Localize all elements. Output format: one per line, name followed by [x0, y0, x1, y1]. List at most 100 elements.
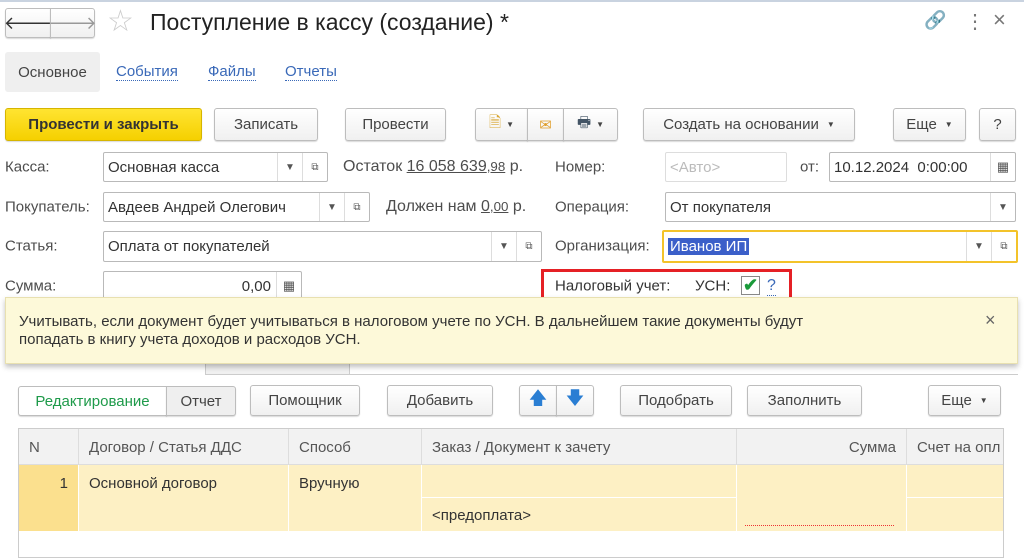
printer-icon: 🖶 [576, 114, 592, 131]
save-button[interactable]: Записать [214, 108, 318, 141]
cell-method: Вручную [289, 465, 422, 531]
arrow-down-icon: 🡇 [565, 387, 585, 408]
report-mode-button[interactable]: Отчет [166, 386, 236, 416]
post-and-close-button[interactable]: Провести и закрыть [5, 108, 202, 141]
balance: Остаток 16 058 639,98 р. [343, 158, 523, 176]
balance-value[interactable]: 16 058 639,98 [407, 158, 506, 175]
column-header-sum[interactable]: Сумма [737, 429, 907, 465]
article-label: Статья: [5, 237, 58, 255]
close-icon[interactable]: × [993, 7, 1006, 33]
favorite-star-icon[interactable]: ☆ [107, 4, 134, 39]
sum-value: 0,00 [241, 277, 271, 295]
kassa-label: Касса: [5, 158, 50, 176]
owes-value[interactable]: 0,00 [481, 198, 508, 215]
create-based-on-button[interactable]: Создать на основании ▼ [643, 108, 855, 141]
assistant-button[interactable]: Помощник [250, 385, 360, 416]
cell-order: <предоплата> [422, 498, 737, 531]
tooltip-close-icon[interactable]: × [985, 310, 996, 331]
tab-events[interactable]: События [116, 63, 178, 81]
chevron-down-icon: ▼ [506, 120, 514, 129]
tab-files[interactable]: Файлы [208, 63, 256, 81]
usn-checkbox[interactable]: ✔ [741, 276, 760, 295]
window-top-border [0, 0, 1024, 2]
help-button[interactable]: ? [979, 108, 1016, 141]
column-header-invoice[interactable]: Счет на опл [907, 429, 1003, 465]
envelope-icon: ✉ [539, 116, 552, 134]
tab-main[interactable]: Основное [5, 52, 100, 92]
table-more-button[interactable]: Еще ▼ [928, 385, 1001, 416]
forward-button[interactable]: 🡒 [48, 8, 97, 38]
usn-help-link[interactable]: ? [767, 277, 776, 296]
required-underline [745, 525, 894, 526]
cell-n: 1 [19, 465, 79, 531]
open-icon[interactable]: ⧉ [344, 193, 369, 221]
date-label: от: [800, 158, 820, 176]
dropdown-icon[interactable]: ▼ [277, 153, 302, 181]
more-button[interactable]: Еще ▼ [893, 108, 966, 141]
tooltip-line: попадать в книгу учета доходов и расходо… [19, 331, 361, 348]
tabs-divider [350, 374, 1018, 375]
structure-button[interactable]: 🗎 ▼ [475, 108, 528, 141]
operation-label: Операция: [555, 198, 630, 216]
open-icon[interactable]: ⧉ [516, 232, 541, 261]
arrow-up-icon: 🡅 [528, 387, 548, 408]
buyer-field[interactable]: Авдеев Андрей Олегович ▼ ⧉ [103, 192, 370, 222]
number-label: Номер: [555, 158, 606, 176]
tooltip-text: Учитывать, если документ будет учитывать… [19, 313, 803, 349]
move-up-button[interactable]: 🡅 [519, 385, 557, 416]
column-header-method[interactable]: Способ [289, 429, 422, 465]
chevron-down-icon: ▼ [826, 120, 835, 129]
open-icon[interactable]: ⧉ [991, 232, 1016, 261]
buyer-label: Покупатель: [5, 198, 90, 216]
tab-reports[interactable]: Отчеты [285, 63, 337, 81]
operation-field[interactable]: От покупателя ▼ [665, 192, 1016, 222]
number-field[interactable]: <Авто> [665, 152, 787, 182]
kassa-field[interactable]: Основная касса ▼ ⧉ [103, 152, 328, 182]
more-label: Еще [941, 392, 972, 409]
cell-sum [737, 465, 907, 531]
cell-order-top [422, 465, 737, 498]
add-button[interactable]: Добавить [387, 385, 493, 416]
back-button[interactable]: 🡐 [3, 8, 53, 38]
move-down-button[interactable]: 🡇 [556, 385, 594, 416]
print-button[interactable]: 🖶 ▼ [563, 108, 618, 141]
org-value: Иванов ИП [668, 238, 750, 255]
chevron-down-icon: ▼ [596, 120, 605, 129]
tooltip-line: Учитывать, если документ будет учитывать… [19, 313, 804, 330]
dropdown-icon[interactable]: ▼ [491, 232, 516, 261]
balance-frac: ,98 [486, 159, 506, 174]
create-based-label: Создать на основании [663, 116, 819, 133]
balance-label: Остаток [343, 158, 403, 175]
fill-button[interactable]: Заполнить [747, 385, 862, 416]
column-header-n[interactable]: N [19, 429, 79, 465]
calendar-icon[interactable]: ▦ [990, 153, 1015, 181]
table-row[interactable]: 1 Основной договор Вручную <предоплата> [19, 465, 1003, 531]
column-header-contract[interactable]: Договор / Статья ДДС [79, 429, 289, 465]
org-field[interactable]: Иванов ИП ▼ ⧉ [662, 230, 1018, 263]
column-header-order[interactable]: Заказ / Документ к зачету [422, 429, 737, 465]
operation-value: От покупателя [670, 198, 771, 216]
currency: р. [509, 158, 524, 175]
calculator-icon[interactable]: ▦ [276, 272, 301, 300]
link-icon[interactable]: 🔗 [924, 10, 946, 31]
kassa-value: Основная касса [108, 158, 220, 176]
open-icon[interactable]: ⧉ [302, 153, 327, 181]
balance-int: 16 058 639 [406, 158, 487, 175]
pick-button[interactable]: Подобрать [620, 385, 732, 416]
cell-contract: Основной договор [79, 465, 289, 531]
currency: р. [512, 198, 527, 215]
dropdown-icon[interactable]: ▼ [966, 232, 991, 261]
more-label: Еще [906, 116, 937, 133]
more-vert-icon[interactable]: ⋮ [965, 9, 985, 34]
article-field[interactable]: Оплата от покупателей ▼ ⧉ [103, 231, 542, 262]
edit-mode-button[interactable]: Редактирование [18, 386, 167, 416]
arrow-left-icon: 🡐 [3, 12, 53, 33]
dropdown-icon[interactable]: ▼ [990, 193, 1015, 221]
dropdown-icon[interactable]: ▼ [319, 193, 344, 221]
email-button[interactable]: ✉ [527, 108, 564, 141]
post-button[interactable]: Провести [345, 108, 446, 141]
tax-label: Налоговый учет: [555, 277, 671, 295]
date-field[interactable]: 10.12.2024 0:00:00 ▦ [829, 152, 1016, 182]
payments-table[interactable]: N Договор / Статья ДДС Способ Заказ / До… [18, 428, 1004, 558]
date-value: 10.12.2024 0:00:00 [834, 158, 968, 176]
